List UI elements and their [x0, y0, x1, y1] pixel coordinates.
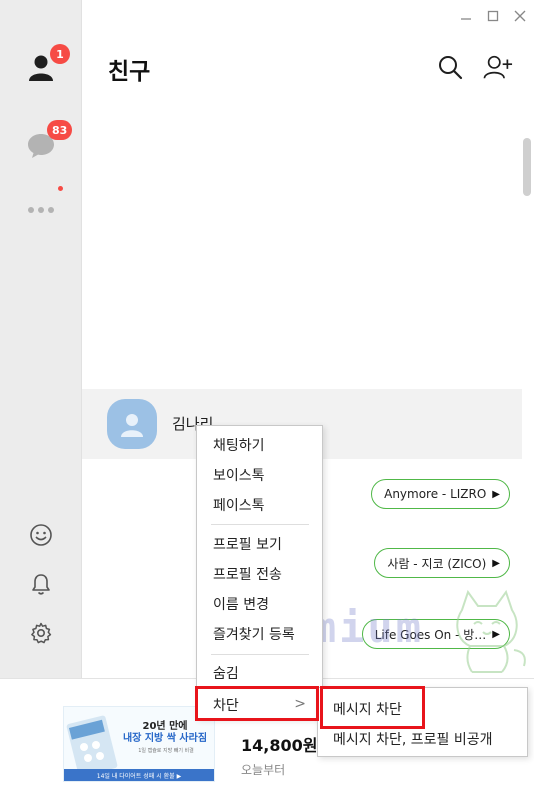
menu-item-block-label: 차단 — [213, 698, 239, 714]
add-friend-button[interactable] — [483, 52, 513, 82]
menu-item-hide[interactable]: 숨김 — [197, 661, 322, 685]
ad-subcopy: 1일 캡슐로 지방 빼기 비결 — [138, 748, 194, 754]
play-icon: ▶ — [492, 557, 500, 569]
ad-headline-line1: 20년 만에 — [142, 721, 188, 732]
profile-music-button[interactable]: Life Goes On - 방… ▶ — [361, 619, 510, 649]
music-title: Life Goes On - 방… — [374, 627, 487, 642]
minimize-icon — [461, 18, 471, 20]
menu-item-chat[interactable]: 채팅하기 — [197, 433, 322, 457]
music-title: Anymore - LIZRO — [384, 487, 487, 501]
ad-price: 14,800원 — [241, 736, 318, 755]
supplement-pack-icon — [66, 715, 118, 775]
block-submenu: 메시지 차단 메시지 차단, 프로필 비공개 — [317, 687, 528, 757]
maximize-button[interactable] — [483, 6, 503, 26]
more-notification-dot — [58, 186, 63, 191]
menu-item-voice-talk[interactable]: 보이스톡 — [197, 463, 322, 487]
maximize-icon — [487, 10, 499, 22]
search-icon — [439, 56, 463, 80]
default-profile-icon — [121, 414, 143, 437]
menu-item-view-profile[interactable]: 프로필 보기 — [197, 532, 322, 556]
menu-item-add-favorite[interactable]: 즐겨찾기 등록 — [197, 622, 322, 646]
search-button[interactable] — [435, 52, 465, 82]
ad-image[interactable]: 20년 만에 내장 지방 싹 사라짐 1일 캡슐로 지방 빼기 비결 14일 내… — [63, 706, 215, 782]
context-menu: 채팅하기 보이스톡 페이스톡 프로필 보기 프로필 전송 이름 변경 즐겨찾기 … — [196, 425, 323, 719]
add-friend-icon — [483, 55, 513, 79]
profile-music-button[interactable]: Anymore - LIZRO ▶ — [371, 479, 510, 509]
close-icon — [514, 10, 526, 22]
submenu-item-block-and-hide-profile[interactable]: 메시지 차단, 프로필 비공개 — [318, 725, 527, 753]
emoticon-button[interactable] — [24, 518, 58, 552]
gear-icon — [31, 622, 52, 644]
menu-divider — [211, 654, 309, 655]
menu-item-send-profile[interactable]: 프로필 전송 — [197, 562, 322, 586]
more-dots-icon — [28, 207, 54, 213]
ad-headline: 20년 만에 내장 지방 싹 사라짐 — [116, 721, 214, 745]
menu-item-block[interactable]: 차단 > — [197, 690, 322, 720]
menu-item-face-talk[interactable]: 페이스톡 — [197, 493, 322, 517]
chats-badge: 83 — [47, 120, 73, 140]
nav-rail: 1 83 — [0, 0, 82, 678]
music-title: 사람 - 지코 (ZICO) — [387, 556, 487, 571]
avatar — [107, 399, 157, 449]
more-tab[interactable] — [24, 193, 58, 227]
submenu-item-block-messages[interactable]: 메시지 차단 — [318, 695, 527, 723]
scrollbar-thumb[interactable] — [523, 138, 531, 196]
minimize-button[interactable] — [456, 6, 476, 26]
page-title: 친구 — [108, 59, 151, 85]
menu-divider — [211, 524, 309, 525]
chevron-right-icon: > — [294, 696, 306, 712]
play-icon: ▶ — [492, 488, 500, 500]
ad-strip: 14일 내 다이어트 성패 시 환불 ▶ — [64, 769, 214, 781]
profile-music-button[interactable]: 사람 - 지코 (ZICO) ▶ — [374, 548, 510, 578]
friends-badge: 1 — [50, 44, 70, 64]
settings-button[interactable] — [24, 616, 58, 650]
notifications-button[interactable] — [24, 567, 58, 601]
ad-headline-line2: 내장 지방 싹 사라짐 — [122, 733, 208, 744]
bell-icon — [32, 574, 50, 595]
emoji-icon — [30, 524, 52, 546]
ad-brand: 오늘부터 — [241, 763, 286, 777]
menu-item-rename[interactable]: 이름 변경 — [197, 592, 322, 616]
close-button[interactable] — [510, 6, 530, 26]
play-icon: ▶ — [492, 628, 500, 640]
